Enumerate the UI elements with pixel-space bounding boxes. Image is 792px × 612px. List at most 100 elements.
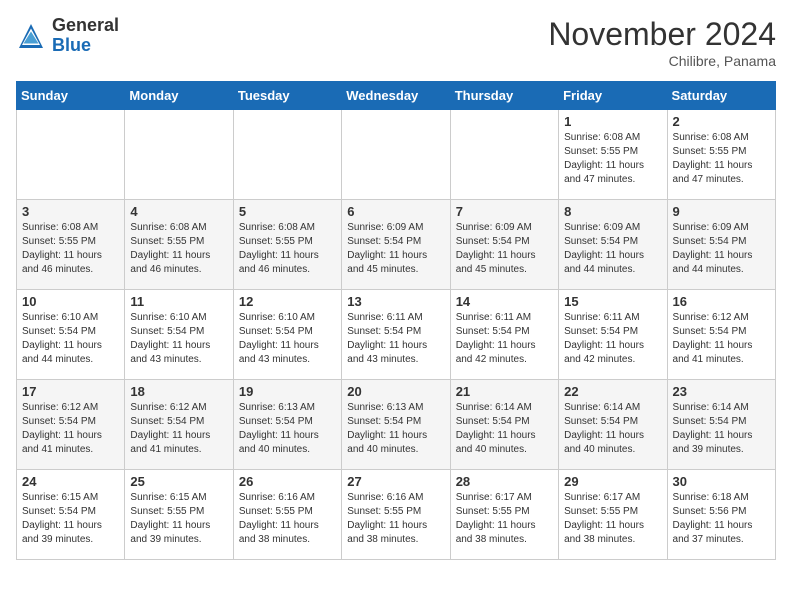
calendar-cell: 27 Sunrise: 6:16 AM Sunset: 5:55 PM Dayli… [342, 470, 450, 560]
day-info: Sunrise: 6:16 AM Sunset: 5:55 PM Dayligh… [347, 491, 444, 547]
calendar-cell: 26 Sunrise: 6:16 AM Sunset: 5:55 PM Dayli… [233, 470, 341, 560]
calendar-cell: 10 Sunrise: 6:10 AM Sunset: 5:54 PM Dayli… [17, 290, 125, 380]
calendar-cell: 12 Sunrise: 6:10 AM Sunset: 5:54 PM Dayli… [233, 290, 341, 380]
month-title: November 2024 [548, 16, 776, 53]
day-info: Sunrise: 6:11 AM Sunset: 5:54 PM Dayligh… [456, 311, 553, 367]
week-row-3: 10 Sunrise: 6:10 AM Sunset: 5:54 PM Dayli… [17, 290, 776, 380]
weekday-header-wednesday: Wednesday [342, 82, 450, 110]
day-info: Sunrise: 6:08 AM Sunset: 5:55 PM Dayligh… [22, 221, 119, 277]
day-number: 22 [564, 384, 661, 399]
calendar-cell: 23 Sunrise: 6:14 AM Sunset: 5:54 PM Dayli… [667, 380, 775, 470]
calendar-cell: 7Sunrise: 6:09 AM Sunset: 5:54 PM Daylig… [450, 200, 558, 290]
day-info: Sunrise: 6:17 AM Sunset: 5:55 PM Dayligh… [564, 491, 661, 547]
calendar-cell: 20 Sunrise: 6:13 AM Sunset: 5:54 PM Dayli… [342, 380, 450, 470]
week-row-5: 24Sunrise: 6:15 AM Sunset: 5:54 PM Dayli… [17, 470, 776, 560]
day-info: Sunrise: 6:14 AM Sunset: 5:54 PM Dayligh… [673, 401, 770, 457]
day-number: 25 [130, 474, 227, 489]
logo-line1: General [52, 16, 119, 36]
calendar-cell: 4 Sunrise: 6:08 AM Sunset: 5:55 PM Daylig… [125, 200, 233, 290]
day-info: Sunrise: 6:14 AM Sunset: 5:54 PM Dayligh… [564, 401, 661, 457]
calendar-cell: 14 Sunrise: 6:11 AM Sunset: 5:54 PM Dayli… [450, 290, 558, 380]
calendar-header: SundayMondayTuesdayWednesdayThursdayFrid… [17, 82, 776, 110]
calendar-cell: 5Sunrise: 6:08 AM Sunset: 5:55 PM Daylig… [233, 200, 341, 290]
day-number: 8 [564, 204, 661, 219]
calendar-table: SundayMondayTuesdayWednesdayThursdayFrid… [16, 81, 776, 560]
day-info: Sunrise: 6:09 AM Sunset: 5:54 PM Dayligh… [456, 221, 553, 277]
day-info: Sunrise: 6:18 AM Sunset: 5:56 PM Dayligh… [673, 491, 770, 547]
day-number: 6 [347, 204, 444, 219]
calendar-cell: 17 Sunrise: 6:12 AM Sunset: 5:54 PM Dayli… [17, 380, 125, 470]
day-number: 14 [456, 294, 553, 309]
week-row-2: 3 Sunrise: 6:08 AM Sunset: 5:55 PM Daylig… [17, 200, 776, 290]
calendar-cell: 24Sunrise: 6:15 AM Sunset: 5:54 PM Dayli… [17, 470, 125, 560]
day-info: Sunrise: 6:10 AM Sunset: 5:54 PM Dayligh… [22, 311, 119, 367]
calendar-cell: 29Sunrise: 6:17 AM Sunset: 5:55 PM Dayli… [559, 470, 667, 560]
day-number: 27 [347, 474, 444, 489]
calendar-cell: 18Sunrise: 6:12 AM Sunset: 5:54 PM Dayli… [125, 380, 233, 470]
day-info: Sunrise: 6:13 AM Sunset: 5:54 PM Dayligh… [347, 401, 444, 457]
calendar-cell: 8 Sunrise: 6:09 AM Sunset: 5:54 PM Daylig… [559, 200, 667, 290]
day-number: 19 [239, 384, 336, 399]
location-subtitle: Chilibre, Panama [548, 53, 776, 69]
logo-icon [16, 21, 46, 51]
day-number: 3 [22, 204, 119, 219]
day-number: 20 [347, 384, 444, 399]
day-number: 12 [239, 294, 336, 309]
day-info: Sunrise: 6:15 AM Sunset: 5:55 PM Dayligh… [130, 491, 227, 547]
day-info: Sunrise: 6:08 AM Sunset: 5:55 PM Dayligh… [130, 221, 227, 277]
day-info: Sunrise: 6:11 AM Sunset: 5:54 PM Dayligh… [347, 311, 444, 367]
calendar-cell: 30 Sunrise: 6:18 AM Sunset: 5:56 PM Dayli… [667, 470, 775, 560]
day-info: Sunrise: 6:09 AM Sunset: 5:54 PM Dayligh… [347, 221, 444, 277]
calendar-cell: 1 Sunrise: 6:08 AM Sunset: 5:55 PM Daylig… [559, 110, 667, 200]
weekday-header-saturday: Saturday [667, 82, 775, 110]
calendar-cell [342, 110, 450, 200]
weekday-header-row: SundayMondayTuesdayWednesdayThursdayFrid… [17, 82, 776, 110]
day-number: 23 [673, 384, 770, 399]
day-info: Sunrise: 6:14 AM Sunset: 5:54 PM Dayligh… [456, 401, 553, 457]
day-info: Sunrise: 6:12 AM Sunset: 5:54 PM Dayligh… [22, 401, 119, 457]
calendar-cell: 3 Sunrise: 6:08 AM Sunset: 5:55 PM Daylig… [17, 200, 125, 290]
weekday-header-thursday: Thursday [450, 82, 558, 110]
page-header: General Blue November 2024 Chilibre, Pan… [16, 16, 776, 69]
day-info: Sunrise: 6:09 AM Sunset: 5:54 PM Dayligh… [673, 221, 770, 277]
logo-line2: Blue [52, 36, 119, 56]
weekday-header-tuesday: Tuesday [233, 82, 341, 110]
calendar-cell: 15 Sunrise: 6:11 AM Sunset: 5:54 PM Dayli… [559, 290, 667, 380]
day-info: Sunrise: 6:11 AM Sunset: 5:54 PM Dayligh… [564, 311, 661, 367]
day-number: 17 [22, 384, 119, 399]
day-info: Sunrise: 6:16 AM Sunset: 5:55 PM Dayligh… [239, 491, 336, 547]
day-number: 4 [130, 204, 227, 219]
calendar-cell [450, 110, 558, 200]
calendar-cell [17, 110, 125, 200]
calendar-cell: 21 Sunrise: 6:14 AM Sunset: 5:54 PM Dayli… [450, 380, 558, 470]
week-row-4: 17 Sunrise: 6:12 AM Sunset: 5:54 PM Dayli… [17, 380, 776, 470]
day-info: Sunrise: 6:08 AM Sunset: 5:55 PM Dayligh… [673, 131, 770, 187]
day-number: 11 [130, 294, 227, 309]
day-info: Sunrise: 6:17 AM Sunset: 5:55 PM Dayligh… [456, 491, 553, 547]
calendar-cell: 16 Sunrise: 6:12 AM Sunset: 5:54 PM Dayli… [667, 290, 775, 380]
calendar-cell: 6 Sunrise: 6:09 AM Sunset: 5:54 PM Daylig… [342, 200, 450, 290]
day-number: 28 [456, 474, 553, 489]
day-number: 30 [673, 474, 770, 489]
day-number: 1 [564, 114, 661, 129]
day-info: Sunrise: 6:15 AM Sunset: 5:54 PM Dayligh… [22, 491, 119, 547]
logo: General Blue [16, 16, 119, 56]
day-number: 15 [564, 294, 661, 309]
week-row-1: 1 Sunrise: 6:08 AM Sunset: 5:55 PM Daylig… [17, 110, 776, 200]
day-number: 26 [239, 474, 336, 489]
calendar-cell [125, 110, 233, 200]
calendar-cell: 25 Sunrise: 6:15 AM Sunset: 5:55 PM Dayli… [125, 470, 233, 560]
day-number: 21 [456, 384, 553, 399]
day-info: Sunrise: 6:08 AM Sunset: 5:55 PM Dayligh… [564, 131, 661, 187]
title-block: November 2024 Chilibre, Panama [548, 16, 776, 69]
calendar-cell [233, 110, 341, 200]
day-number: 10 [22, 294, 119, 309]
day-info: Sunrise: 6:10 AM Sunset: 5:54 PM Dayligh… [130, 311, 227, 367]
day-info: Sunrise: 6:13 AM Sunset: 5:54 PM Dayligh… [239, 401, 336, 457]
day-info: Sunrise: 6:09 AM Sunset: 5:54 PM Dayligh… [564, 221, 661, 277]
day-info: Sunrise: 6:10 AM Sunset: 5:54 PM Dayligh… [239, 311, 336, 367]
day-number: 16 [673, 294, 770, 309]
calendar-cell: 19 Sunrise: 6:13 AM Sunset: 5:54 PM Dayli… [233, 380, 341, 470]
day-number: 13 [347, 294, 444, 309]
day-info: Sunrise: 6:12 AM Sunset: 5:54 PM Dayligh… [673, 311, 770, 367]
